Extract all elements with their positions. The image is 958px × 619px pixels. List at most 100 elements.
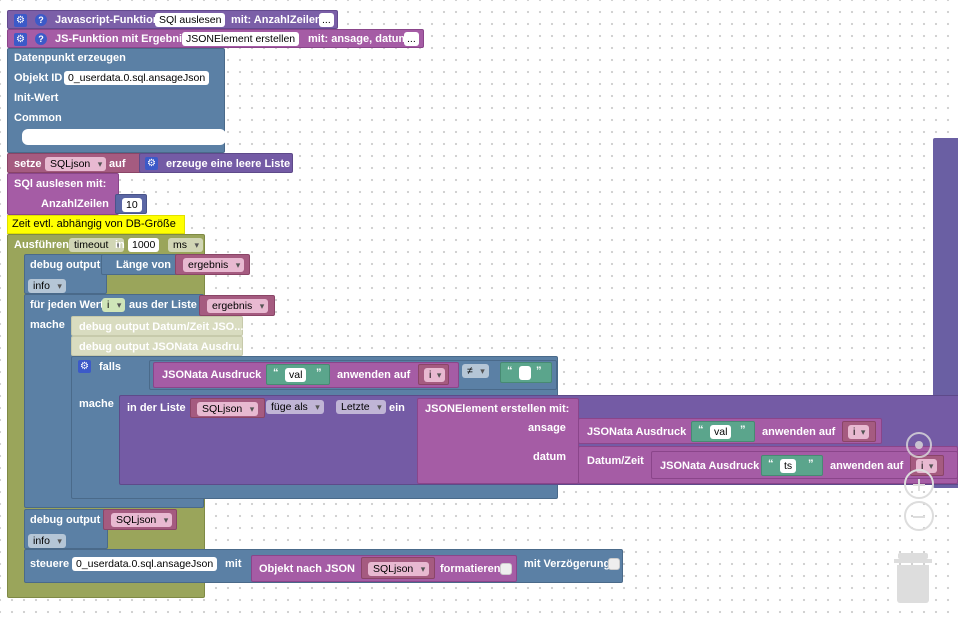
create-list-label: erzeuge eine leere Liste: [166, 158, 291, 170]
variable-block[interactable]: i: [418, 364, 449, 385]
datetime-label: Datum/Zeit: [587, 455, 644, 467]
anzahl-zeilen-value[interactable]: 10: [122, 198, 142, 212]
text-value[interactable]: ts: [780, 459, 797, 473]
timeout-value[interactable]: 1000: [128, 238, 160, 252]
text-block[interactable]: “ val ”: [691, 421, 755, 442]
set-variable-block[interactable]: setze SQLjson auf: [7, 153, 142, 173]
help-icon[interactable]: ?: [35, 33, 47, 45]
js-result-function-label: JS-Funktion mit Ergebnis: [55, 33, 189, 45]
js-function-block[interactable]: ⚙ ? Javascript-Funktion SQl auslesen mit…: [7, 10, 338, 29]
create-state-title: Datenpunkt erzeugen: [14, 52, 126, 64]
disabled-debug-block[interactable]: debug output Datum/Zeit JSO...: [71, 316, 243, 336]
zoom-reset-icon[interactable]: [906, 432, 932, 458]
json-element-call-block[interactable]: JSONElement erstellen mit: ansage datum: [417, 398, 579, 484]
empty-text-field[interactable]: [519, 366, 531, 380]
object-id-field[interactable]: 0_userdata.0.sql.ansageJson: [64, 71, 210, 85]
comment-note[interactable]: Zeit evtl. abhängig von DB-Größe: [7, 215, 185, 234]
ansage-label: ansage: [528, 422, 566, 434]
zoom-in-icon[interactable]: [904, 469, 934, 499]
gear-icon[interactable]: ⚙: [14, 14, 27, 27]
zoom-out-icon[interactable]: [904, 501, 934, 531]
gear-icon[interactable]: ⚙: [78, 360, 91, 373]
gear-icon[interactable]: ⚙: [145, 157, 158, 170]
if-label: falls: [99, 361, 122, 373]
common-label: Common: [14, 112, 62, 124]
set-label: setze: [14, 158, 42, 170]
variable-block[interactable]: ergebnis: [175, 254, 250, 275]
text-value[interactable]: val: [285, 368, 307, 382]
loop-variable-dropdown[interactable]: i: [102, 298, 126, 312]
jsonata-label: JSONata Ausdruck: [162, 369, 262, 381]
call-function-block[interactable]: SQl auslesen mit: AnzahlZeilen: [7, 173, 119, 215]
debug-level-dropdown[interactable]: info: [28, 534, 66, 548]
control-label: steuere: [30, 558, 70, 570]
disabled-debug-label-1: debug output Datum/Zeit JSO...: [79, 321, 244, 333]
list-variable-block[interactable]: ergebnis: [199, 295, 275, 316]
format-checkbox[interactable]: [500, 563, 512, 575]
position-dropdown[interactable]: Letzte: [336, 400, 386, 414]
help-icon[interactable]: ?: [35, 14, 47, 26]
operator-dropdown[interactable]: ≠: [462, 364, 489, 378]
datum-label: datum: [533, 451, 566, 463]
variable-dropdown[interactable]: SQLjson: [368, 562, 430, 576]
length-of-block[interactable]: Länge von: [101, 254, 179, 275]
text-block[interactable]: “ ts ”: [761, 455, 823, 476]
more-button[interactable]: ...: [319, 13, 334, 27]
variable-block[interactable]: SQLjson: [103, 509, 177, 530]
variable-dropdown[interactable]: SQLjson: [45, 157, 107, 171]
call-function-label: SQl auslesen mit:: [14, 178, 107, 190]
then-label: mache: [79, 398, 114, 410]
create-state-block[interactable]: Datenpunkt erzeugen Objekt ID 0_userdata…: [7, 48, 226, 153]
variable-block[interactable]: i: [842, 421, 876, 442]
quote-left-icon: “: [768, 458, 774, 470]
quote-right-icon: ”: [316, 367, 322, 379]
delay-checkbox[interactable]: [608, 558, 620, 570]
create-empty-list-block[interactable]: ⚙ erzeuge eine leere Liste: [139, 153, 293, 173]
variable-dropdown[interactable]: i: [848, 425, 870, 439]
debug-level-dropdown[interactable]: info: [28, 279, 66, 293]
debug-output-block[interactable]: debug output info: [24, 254, 107, 294]
variable-dropdown[interactable]: SQLjson: [197, 402, 259, 416]
list-variable-block[interactable]: SQLjson: [190, 398, 265, 418]
js-function-params: mit: AnzahlZeilen: [231, 14, 322, 26]
variable-dropdown[interactable]: i: [424, 368, 446, 382]
anwenden-auf-label: anwenden auf: [337, 369, 411, 381]
quote-right-icon: ”: [808, 458, 814, 470]
disabled-debug-label-2: debug output JSONata Ausdru...: [79, 341, 249, 353]
text-block[interactable]: “ val ”: [266, 364, 330, 385]
statement-slot: [22, 129, 226, 145]
do-label: mache: [30, 319, 65, 331]
format-label: formatieren: [440, 563, 501, 575]
empty-text-block[interactable]: “ ”: [500, 362, 552, 383]
js-function-name[interactable]: SQl auslesen: [155, 13, 226, 27]
control-object-id[interactable]: 0_userdata.0.sql.ansageJson: [72, 557, 218, 571]
quote-right-icon: ”: [536, 365, 542, 377]
js-result-function-params: mit: ansage, datum: [308, 33, 409, 45]
variable-dropdown[interactable]: SQLjson: [111, 513, 173, 527]
debug-output-block[interactable]: debug output info: [24, 509, 108, 549]
in-label: in: [115, 239, 125, 251]
js-result-function-block[interactable]: ⚙ ? JS-Funktion mit Ergebnis JSONElement…: [7, 29, 424, 48]
with-label: mit: [225, 558, 242, 570]
init-value-label: Init-Wert: [14, 92, 59, 104]
text-value[interactable]: val: [710, 425, 732, 439]
anwenden-auf-label: anwenden auf: [830, 460, 904, 472]
debug-label: debug output: [30, 514, 101, 526]
number-block[interactable]: 10: [115, 194, 147, 214]
variable-dropdown[interactable]: ergebnis: [183, 258, 245, 272]
gear-icon[interactable]: ⚙: [14, 33, 27, 46]
timeout-unit-dropdown[interactable]: ms: [168, 238, 203, 252]
insert-mode-dropdown[interactable]: füge als: [266, 400, 324, 414]
delay-label: mit Verzögerung: [524, 558, 611, 570]
variable-block[interactable]: SQLjson: [361, 557, 435, 579]
object-to-json-label: Objekt nach JSON: [259, 563, 355, 575]
trash-icon[interactable]: [894, 553, 932, 603]
disabled-debug-block[interactable]: debug output JSONata Ausdru...: [71, 336, 248, 356]
for-each-label: für jeden Wert: [30, 299, 104, 311]
variable-dropdown[interactable]: ergebnis: [207, 299, 269, 313]
js-result-function-name[interactable]: JSONElement erstellen: [182, 32, 300, 46]
js-function-label: Javascript-Funktion: [55, 14, 160, 26]
in-label: ein: [389, 402, 405, 414]
anwenden-auf-label: anwenden auf: [762, 426, 836, 438]
more-button[interactable]: ...: [404, 32, 419, 46]
